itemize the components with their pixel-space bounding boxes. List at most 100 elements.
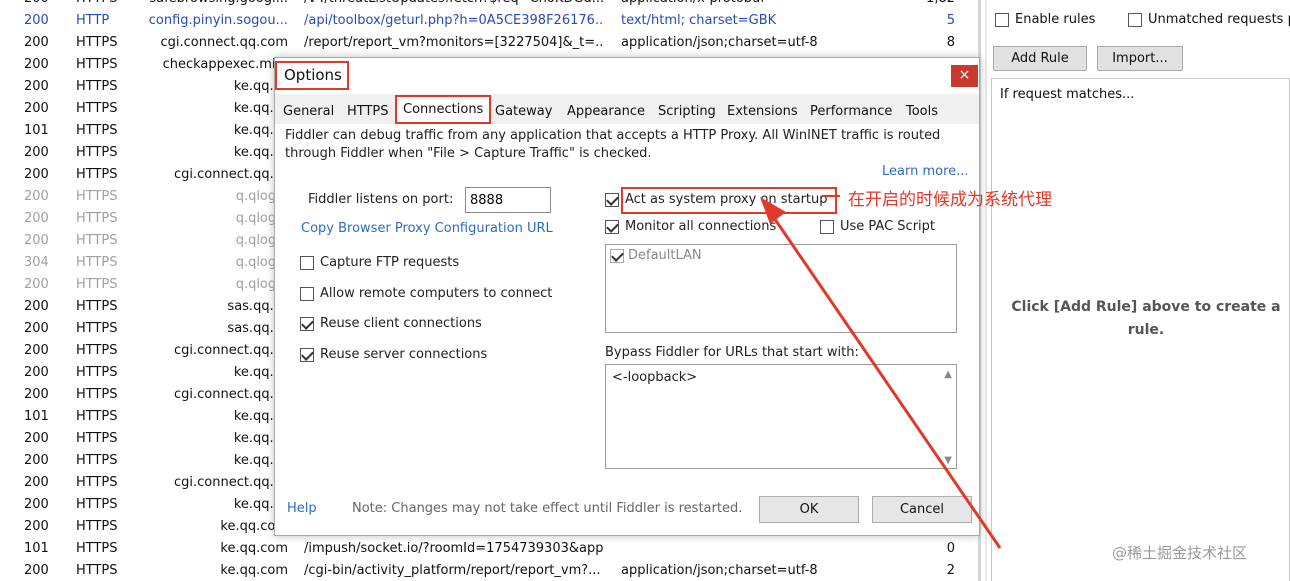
url-cell: /api/toolbox/geturl.php?h=0A5CE398F26176… [304,13,604,28]
tab-gateway[interactable]: Gateway [492,100,555,123]
protocol-cell: HTTPS [76,431,118,446]
reuse-server-option[interactable]: Reuse server connections [300,347,487,362]
checkbox-box[interactable] [300,316,314,331]
protocol-cell: HTTPS [76,79,118,94]
host-cell: safebrowsing.googl... [138,0,288,10]
result-cell: 304 [24,255,49,270]
checkbox-box[interactable] [300,347,314,362]
reuse-client-option[interactable]: Reuse client connections [300,316,482,331]
protocol-cell: HTTPS [76,211,118,226]
dialog-titlebar[interactable]: Options × [275,58,979,94]
enable-rules-checkbox[interactable]: Enable rules [995,12,1095,27]
url-cell: /cgi-bin/activity_platform/report/report… [304,563,601,578]
protocol-cell: HTTPS [76,453,118,468]
checkbox-box[interactable] [995,12,1009,27]
connection-list[interactable]: DefaultLAN [605,244,957,333]
url-cell: /impush/socket.io/?roomId=1754739303&app… [304,541,604,556]
content-type-cell: application/json;charset=utf-8 [621,35,818,50]
host-cell: q.qlogo. [235,277,288,292]
add-rule-button[interactable]: Add Rule [993,46,1087,71]
port-input[interactable] [465,187,551,213]
size-cell: 1,82 [900,0,955,10]
learn-more-link[interactable]: Learn more... [882,164,969,179]
highlight-box [621,187,837,214]
result-cell: 200 [24,101,49,116]
protocol-cell: HTTPS [76,563,118,578]
host-cell: checkappexec.micr [162,57,288,72]
lan-item[interactable]: DefaultLAN [610,248,702,263]
host-cell: cgi.connect.qq.cc [173,343,288,358]
tab-general[interactable]: General [280,100,337,123]
scroll-down-icon[interactable]: ▼ [944,455,952,466]
host-cell: ke.qq.cc [233,101,288,116]
allow-remote-option[interactable]: Allow remote computers to connect [300,286,552,301]
options-dialog: Options × General HTTPS Connections Gate… [274,57,980,536]
result-cell: 200 [24,57,49,72]
option-label: Capture FTP requests [320,255,460,270]
table-row[interactable]: 200 HTTPSsafebrowsing.googl... /v4/threatL… [0,0,985,10]
result-cell: 200 [24,145,49,160]
host-cell: ke.qq.cc [233,79,288,94]
result-cell: 200 [24,35,49,50]
result-cell: 200 [24,189,49,204]
cancel-button[interactable]: Cancel [872,496,972,523]
import-button[interactable]: Import... [1097,46,1183,71]
table-row[interactable]: 101 HTTPS ke.qq.com/impush/socket.io/?room… [0,538,985,560]
content-type-cell: text/html; charset=GBK [621,13,777,28]
capture-ftp-option[interactable]: Capture FTP requests [300,255,459,270]
tab-performance[interactable]: Performance [807,100,895,123]
host-cell: config.pinyin.sogou... [148,13,288,28]
table-row[interactable]: 200 HTTPS ke.qq.com/cgi-bin/activity_platf… [0,560,985,581]
size-cell: 0 [946,541,955,556]
checkbox-box[interactable] [820,219,834,234]
scroll-up-icon[interactable]: ▲ [944,369,952,380]
checkbox-box[interactable] [605,192,619,207]
bypass-textarea[interactable]: <-loopback> ▲ ▼ [605,364,957,469]
tab-extensions[interactable]: Extensions [724,100,801,123]
protocol-cell: HTTPS [76,145,118,160]
copy-proxy-url-link[interactable]: Copy Browser Proxy Configuration URL [301,221,553,236]
result-cell: 200 [24,453,49,468]
unmatched-requests-checkbox[interactable]: Unmatched requests p [1128,12,1290,27]
enable-rules-label: Enable rules [1015,12,1096,27]
host-cell: q.qlogo. [235,233,288,248]
checkbox-box[interactable] [300,286,314,301]
result-cell: 200 [24,233,49,248]
tab-appearance[interactable]: Appearance [564,100,648,123]
use-pac-option[interactable]: Use PAC Script [820,219,935,234]
help-link[interactable]: Help [287,501,317,516]
lan-label: DefaultLAN [628,248,702,263]
host-cell: q.qlogo. [235,211,288,226]
table-row[interactable]: 200 HTTP config.pinyin.sogou... /api/toolbo… [0,10,985,32]
protocol-cell: HTTPS [76,497,118,512]
host-cell: ke.qq.cc [233,409,288,424]
close-icon[interactable]: × [951,65,978,87]
port-label: Fiddler listens on port: [308,192,454,207]
protocol-cell: HTTPS [76,0,136,10]
tab-tools[interactable]: Tools [903,100,941,123]
tab-connections[interactable]: Connections [395,95,492,124]
host-cell: sas.qq.cc [227,299,288,314]
result-cell: 200 [24,563,49,578]
tab-scripting[interactable]: Scripting [655,100,719,123]
option-label: Use PAC Script [840,219,936,234]
host-cell: ke.qq.cc [233,123,288,138]
ok-button[interactable]: OK [759,496,859,523]
option-label: Reuse client connections [320,316,482,331]
tab-strip: General HTTPS Connections Gateway Appear… [275,94,979,124]
monitor-all-option[interactable]: Monitor all connections [605,219,776,234]
result-cell: 200 [24,277,49,292]
protocol-cell: HTTPS [76,57,118,72]
checkbox-box[interactable] [605,219,619,234]
checkbox-box[interactable] [300,255,314,270]
tab-https[interactable]: HTTPS [344,100,392,123]
host-cell: cgi.connect.qq.cc [173,167,288,182]
watermark: @稀土掘金技术社区 [1112,544,1248,562]
checkbox-box[interactable] [610,248,624,263]
restart-note: Note: Changes may not take effect until … [352,501,743,516]
checkbox-box[interactable] [1128,12,1142,27]
table-row[interactable]: 200 HTTPS cgi.connect.qq.com/report/report… [0,32,985,54]
result-cell: 200 [24,343,49,358]
protocol-cell: HTTPS [76,167,118,182]
result-cell: 200 [24,79,49,94]
